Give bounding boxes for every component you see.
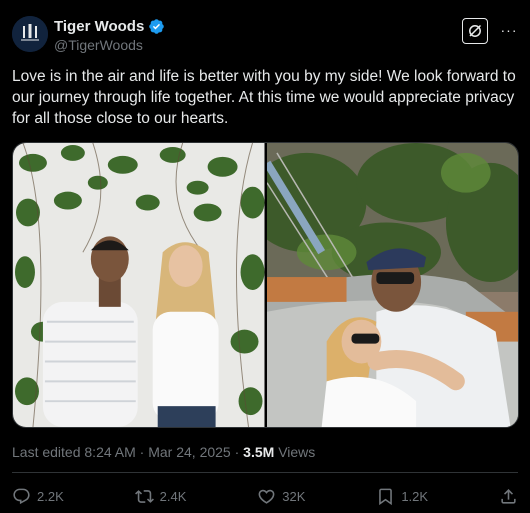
tweet-header: Tiger Woods @TigerWoods ··· [12,12,518,56]
more-button[interactable]: ··· [500,21,518,39]
share-button[interactable] [499,487,518,506]
action-bar: 2.2K 2.4K 32K 1.2K [12,484,518,508]
photo-left[interactable] [13,143,265,427]
photo-couple-hammock-icon [266,143,518,427]
divider [12,472,518,473]
tgr-logo-icon [12,16,48,52]
share-icon [501,488,516,504]
repost-button[interactable]: 2.4K [134,487,187,506]
views-label: Views [278,444,316,460]
views-count: 3.5M [243,444,275,460]
media-grid [12,142,519,428]
reply-icon [13,488,30,504]
more-icon: ··· [500,22,518,38]
bookmark-button[interactable]: 1.2K [376,487,428,506]
author-names: Tiger Woods @TigerWoods [54,18,165,53]
meta-separator: · [139,444,145,460]
reply-count: 2.2K [37,488,64,504]
verified-badge-icon [149,19,165,34]
meta-separator: · [234,444,240,460]
repost-icon [134,489,154,503]
like-count: 32K [282,488,306,504]
repost-count: 2.4K [159,488,187,504]
heart-icon [258,489,275,504]
reply-button[interactable]: 2.2K [12,487,64,506]
edited-label[interactable]: Last edited [12,444,81,460]
post-time[interactable]: 8:24 AM [84,444,135,460]
handle[interactable]: @TigerWoods [54,37,165,53]
grok-icon [469,24,482,37]
avatar[interactable] [12,16,48,52]
display-name[interactable]: Tiger Woods [54,18,144,35]
post-date[interactable]: Mar 24, 2025 [148,444,231,460]
bookmark-count: 1.2K [401,488,429,504]
photo-right[interactable] [266,143,518,427]
like-button[interactable]: 32K [257,487,305,506]
bookmark-icon [379,488,393,505]
tweet-meta: Last edited 8:24 AM · Mar 24, 2025 · 3.5… [12,444,315,460]
tweet-text: Love is in the air and life is better wi… [12,68,516,127]
grok-button[interactable] [462,18,488,44]
photo-couple-standing-icon [13,143,265,427]
